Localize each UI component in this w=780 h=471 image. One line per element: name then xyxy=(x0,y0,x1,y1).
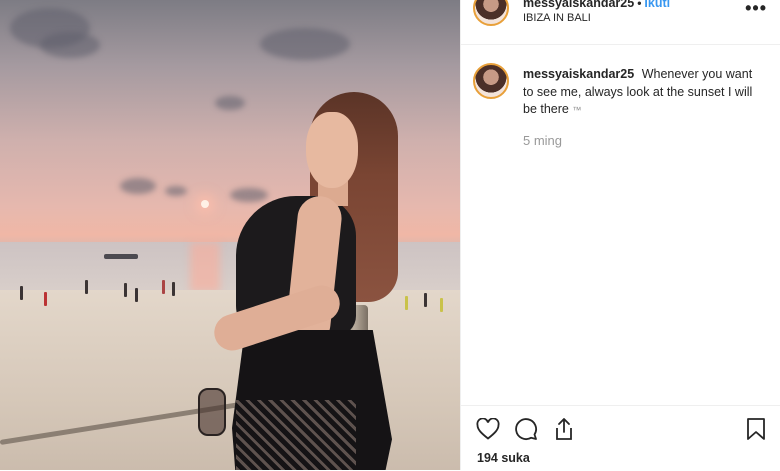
avatar[interactable] xyxy=(473,0,509,26)
username-link[interactable]: messyaiskandar25 xyxy=(523,0,634,10)
cloud xyxy=(165,186,187,196)
heart-icon[interactable] xyxy=(475,416,501,442)
sun xyxy=(201,200,209,208)
beach-person xyxy=(85,280,88,294)
header-username: messyaiskandar25 • Ikuti xyxy=(523,0,670,10)
post-photo[interactable] xyxy=(0,0,460,470)
beach-person xyxy=(405,296,408,310)
lace-pattern xyxy=(236,400,356,470)
beach-person xyxy=(135,288,138,302)
action-bar: 194 suka xyxy=(461,405,780,471)
post-header: messyaiskandar25 • Ikuti IBIZA IN BALI ••• xyxy=(461,0,780,45)
cloud xyxy=(260,28,350,60)
timestamp[interactable]: 5 ming xyxy=(523,133,562,148)
bookmark-icon[interactable] xyxy=(743,416,769,442)
beach-person xyxy=(44,292,47,306)
beach-person xyxy=(20,286,23,300)
beach-person xyxy=(124,283,127,297)
more-options-icon[interactable]: ••• xyxy=(745,0,767,19)
separator-dot: • xyxy=(637,0,642,10)
share-icon[interactable] xyxy=(551,416,577,442)
cloud xyxy=(215,96,245,110)
beach-person xyxy=(172,282,175,296)
caption-avatar[interactable] xyxy=(473,63,509,99)
beach-person xyxy=(440,298,443,312)
boat xyxy=(104,254,138,259)
woman-face xyxy=(306,112,358,188)
post-details-panel: messyaiskandar25 • Ikuti IBIZA IN BALI •••… xyxy=(460,0,780,470)
comment-icon[interactable] xyxy=(513,416,539,442)
cloud xyxy=(40,32,100,58)
location-link[interactable]: IBIZA IN BALI xyxy=(523,12,591,24)
caption: messyaiskandar25 Whenever you want to se… xyxy=(523,66,759,120)
follow-button[interactable]: Ikuti xyxy=(644,0,670,10)
caption-emoji: ™ xyxy=(572,105,582,115)
cloud xyxy=(120,178,156,194)
sunglasses xyxy=(198,388,226,436)
like-count[interactable]: 194 suka xyxy=(477,451,530,465)
beach-person xyxy=(424,293,427,307)
sun-reflection xyxy=(190,242,220,292)
beach-person xyxy=(162,280,165,294)
caption-username[interactable]: messyaiskandar25 xyxy=(523,67,634,81)
cloud xyxy=(230,188,268,202)
